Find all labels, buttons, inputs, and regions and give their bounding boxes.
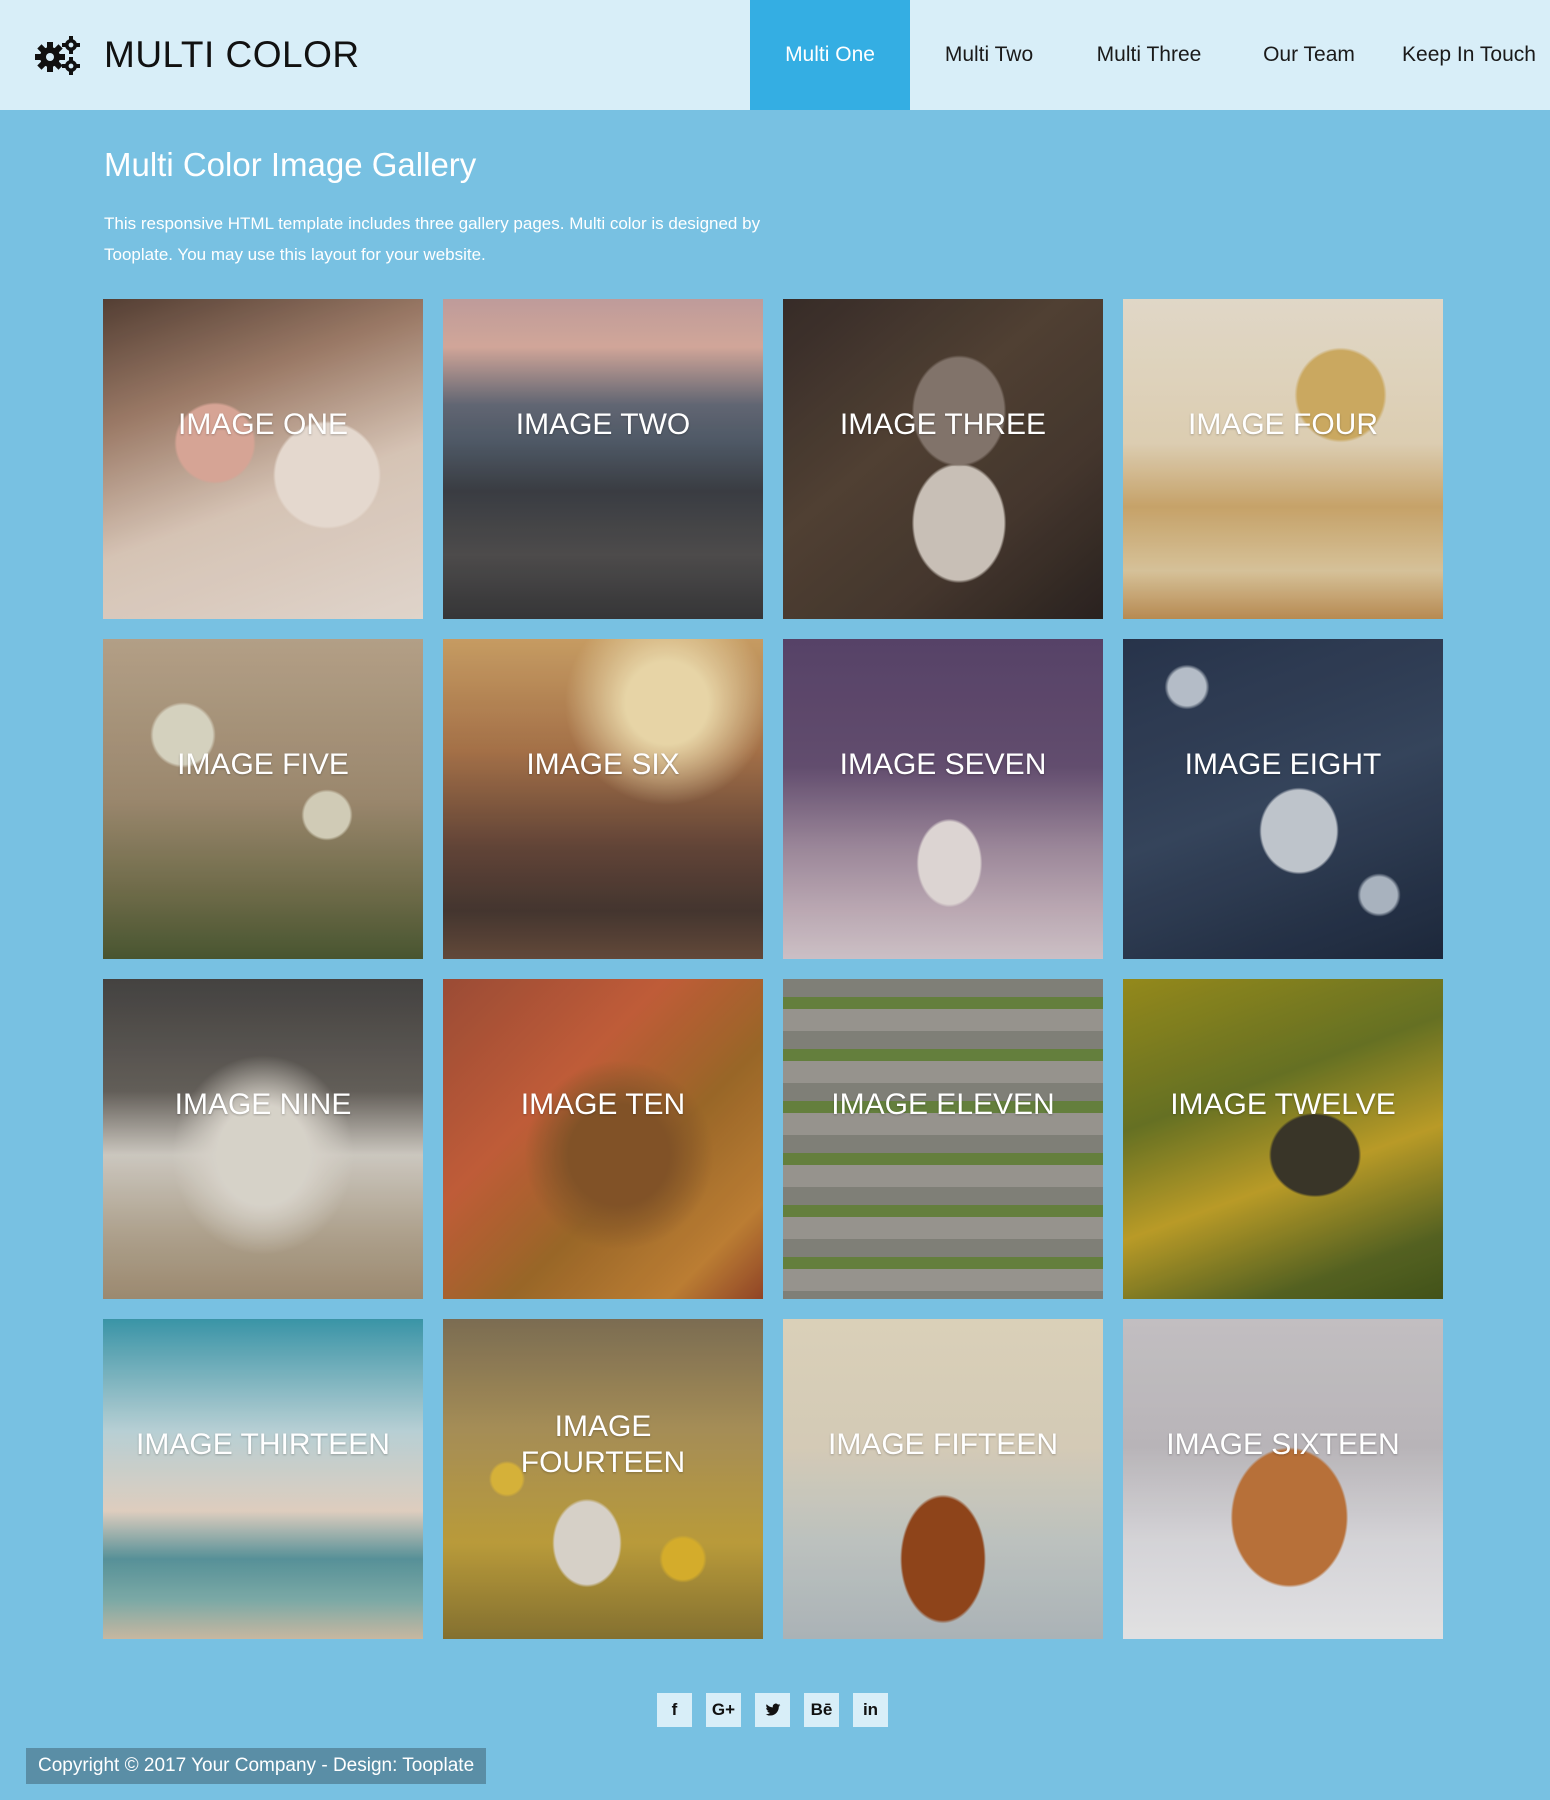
tile-caption: IMAGE ELEVEN	[831, 1088, 1055, 1121]
nav-item-multi-three[interactable]: Multi Three	[1068, 0, 1230, 110]
tile-caption: IMAGE FOURTEEN	[520, 1410, 686, 1479]
linkedin-icon[interactable]: in	[853, 1693, 888, 1727]
gallery-tile[interactable]: IMAGE THIRTEEN	[103, 1319, 423, 1639]
tile-caption: IMAGE TWO	[515, 408, 691, 441]
gallery-tile[interactable]: IMAGE THREE	[783, 299, 1103, 619]
tile-caption: IMAGE SEVEN	[839, 748, 1047, 781]
gallery-tile[interactable]: IMAGE FIVE	[103, 639, 423, 959]
social-links: f G+ Bē in	[657, 1693, 888, 1727]
tile-caption: IMAGE SIX	[526, 748, 680, 781]
facebook-icon[interactable]: f	[657, 1693, 692, 1727]
intro-text: This responsive HTML template includes t…	[104, 214, 761, 264]
site-header: MULTI COLOR Multi One Multi Two Multi Th…	[0, 0, 1550, 110]
nav-item-keep-in-touch[interactable]: Keep In Touch	[1388, 0, 1550, 110]
page-title: Multi Color Image Gallery	[104, 146, 477, 183]
gallery-tile[interactable]: IMAGE FOUR	[1123, 299, 1443, 619]
gallery-tile[interactable]: IMAGE EIGHT	[1123, 639, 1443, 959]
tile-caption: IMAGE TWELVE	[1170, 1088, 1396, 1121]
tile-caption: IMAGE ONE	[177, 408, 349, 441]
gallery-tile[interactable]: IMAGE NINE	[103, 979, 423, 1299]
gallery-tile[interactable]: IMAGE SIX	[443, 639, 763, 959]
gallery-tile[interactable]: IMAGE TEN	[443, 979, 763, 1299]
tile-caption: IMAGE THREE	[839, 408, 1047, 441]
copyright-notice: Copyright © 2017 Your Company - Design: …	[26, 1748, 487, 1784]
nav-item-multi-one[interactable]: Multi One	[750, 0, 910, 110]
gallery-tile[interactable]: IMAGE FOURTEEN	[443, 1319, 763, 1639]
behance-icon[interactable]: Bē	[804, 1693, 839, 1727]
brand-name[interactable]: MULTI COLOR	[104, 32, 360, 78]
gallery-tile[interactable]: IMAGE TWO	[443, 299, 763, 619]
nav-item-our-team[interactable]: Our Team	[1230, 0, 1388, 110]
twitter-bird-icon	[765, 1703, 780, 1716]
tile-caption: IMAGE EIGHT	[1184, 748, 1382, 781]
gallery-tile[interactable]: IMAGE ELEVEN	[783, 979, 1103, 1299]
tile-caption: IMAGE SIXTEEN	[1166, 1428, 1400, 1461]
image-gallery: IMAGE ONE IMAGE TWO IMAGE THREE IMAGE FO…	[103, 299, 1443, 1639]
gallery-tile[interactable]: IMAGE SEVEN	[783, 639, 1103, 959]
gallery-tile[interactable]: IMAGE ONE	[103, 299, 423, 619]
gallery-tile[interactable]: IMAGE TWELVE	[1123, 979, 1443, 1299]
tile-caption: IMAGE FIVE	[177, 748, 349, 781]
google-plus-icon[interactable]: G+	[706, 1693, 741, 1727]
main-nav: Multi One Multi Two Multi Three Our Team…	[750, 0, 1550, 110]
tile-caption: IMAGE THIRTEEN	[136, 1428, 390, 1461]
nav-item-multi-two[interactable]: Multi Two	[910, 0, 1068, 110]
gears-icon	[35, 36, 80, 75]
gallery-tile[interactable]: IMAGE FIFTEEN	[783, 1319, 1103, 1639]
twitter-icon[interactable]	[755, 1693, 790, 1727]
tile-caption: IMAGE FOUR	[1187, 408, 1378, 441]
tile-caption: IMAGE TEN	[520, 1088, 686, 1121]
gallery-tile[interactable]: IMAGE SIXTEEN	[1123, 1319, 1443, 1639]
tile-caption: IMAGE FIFTEEN	[827, 1428, 1058, 1461]
tile-caption: IMAGE NINE	[174, 1088, 352, 1121]
